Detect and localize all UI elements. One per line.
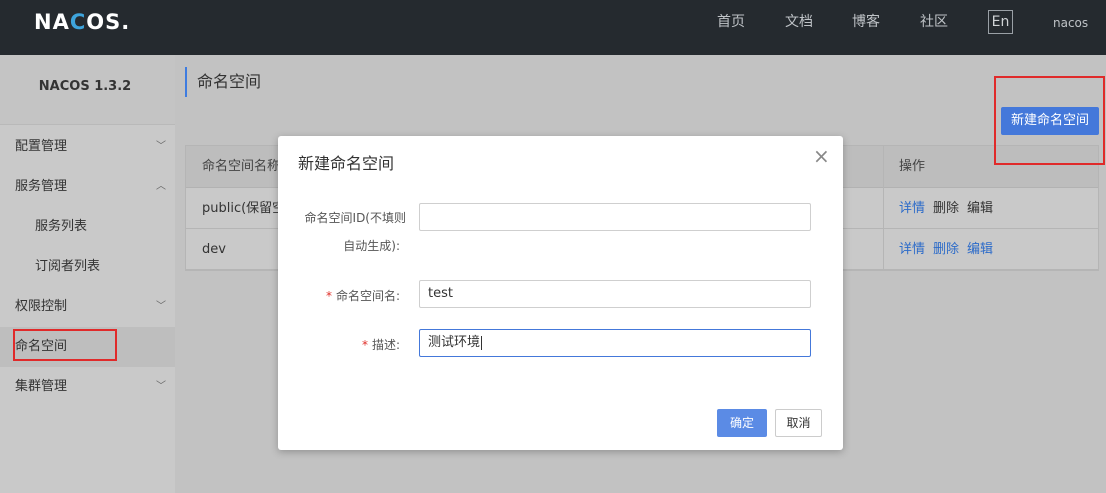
page-title: 命名空间 [185, 67, 261, 97]
top-nav-bar: NACOS. 首页 文档 博客 社区 En nacos [0, 0, 1106, 55]
chevron-up-icon: ︿ [156, 181, 166, 192]
text-caret [481, 335, 483, 350]
nacos-logo[interactable]: NACOS. [34, 9, 130, 35]
sidebar-item-label: 服务列表 [35, 219, 88, 234]
sidebar-item-service-list[interactable]: 服务列表 [0, 207, 175, 247]
description-label: * 描述: [361, 338, 400, 352]
required-mark: * [325, 289, 332, 303]
detail-link[interactable]: 详情 [899, 188, 925, 229]
edit-link[interactable]: 编辑 [967, 229, 993, 270]
chevron-down-icon: ﹀ [156, 381, 166, 392]
required-mark: * [361, 338, 368, 352]
sidebar: NACOS 1.3.2 配置管理 ﹀ 服务管理 ︿ 服务列表 订阅者列表 权限控… [0, 55, 175, 493]
close-icon[interactable]: × [813, 146, 830, 166]
confirm-button[interactable]: 确定 [717, 409, 767, 437]
column-header-actions: 操作 [899, 159, 926, 174]
sidebar-item-access-control[interactable]: 权限控制 ﹀ [0, 287, 175, 327]
detail-link[interactable]: 详情 [899, 229, 925, 270]
sidebar-item-label: 服务管理 [15, 179, 68, 194]
sidebar-header: NACOS 1.3.2 [0, 55, 175, 125]
sidebar-item-label: 配置管理 [15, 139, 68, 154]
column-header-name: 命名空间名称 [202, 159, 281, 174]
edit-link[interactable]: 编辑 [967, 188, 993, 229]
namespace-id-input[interactable] [419, 203, 811, 231]
sidebar-item-label: 权限控制 [15, 299, 68, 314]
namespace-name-label: * 命名空间名: [325, 289, 400, 303]
highlight-box-new-namespace [994, 76, 1105, 165]
sidebar-item-config-management[interactable]: 配置管理 ﹀ [0, 127, 175, 167]
cancel-button[interactable]: 取消 [775, 409, 822, 437]
dialog-title: 新建命名空间 [298, 154, 395, 173]
user-menu[interactable]: nacos [1053, 0, 1088, 46]
sidebar-item-cluster-management[interactable]: 集群管理 ﹀ [0, 367, 175, 407]
sidebar-item-service-management[interactable]: 服务管理 ︿ [0, 167, 175, 207]
sidebar-item-label: 订阅者列表 [35, 259, 101, 274]
delete-link[interactable]: 删除 [933, 229, 959, 270]
nav-home[interactable]: 首页 [717, 0, 745, 55]
nav-blog[interactable]: 博客 [852, 0, 880, 55]
namespace-id-label-line2: 自动生成): [343, 239, 400, 253]
version-title: NACOS 1.3.2 [38, 79, 132, 94]
language-switch-button[interactable]: En [988, 10, 1013, 34]
chevron-down-icon: ﹀ [156, 141, 166, 152]
delete-link[interactable]: 删除 [933, 188, 959, 229]
sidebar-item-label: 集群管理 [15, 379, 68, 394]
chevron-down-icon: ﹀ [156, 301, 166, 312]
namespace-name: dev [202, 242, 226, 257]
nav-docs[interactable]: 文档 [785, 0, 813, 55]
sidebar-item-subscriber-list[interactable]: 订阅者列表 [0, 247, 175, 287]
description-input[interactable]: 测试环境 [419, 329, 811, 357]
new-namespace-dialog: 新建命名空间 × 命名空间ID(不填则 自动生成): * 命名空间名: test … [278, 136, 843, 450]
nav-community[interactable]: 社区 [920, 0, 948, 55]
namespace-name-input[interactable]: test [419, 280, 811, 308]
highlight-box-namespace [13, 329, 117, 361]
namespace-id-label-line1: 命名空间ID(不填则 [304, 211, 406, 225]
